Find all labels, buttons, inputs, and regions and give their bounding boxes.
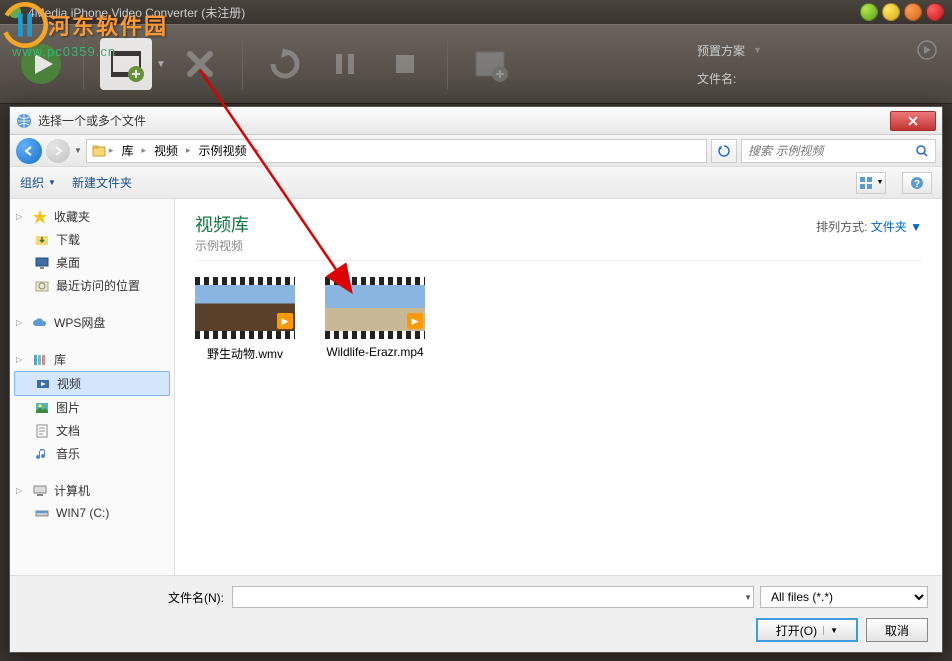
new-folder-button[interactable]: 新建文件夹 [72,174,132,191]
cancel-button[interactable]: 取消 [866,618,928,642]
preset-panel: 预置方案 ▼ 文件名: [697,30,937,98]
library-title: 视频库 [195,211,249,237]
dialog-nav: ▼ ▸ 库 ▸ 视频 ▸ 示例视频 ▸ [10,135,942,167]
breadcrumb-item[interactable]: 示例视频 [193,140,253,161]
sidebar-item-documents[interactable]: 文档 [14,419,170,442]
video-thumbnail: ▶ [325,277,425,339]
file-name: Wildlife-Erazr.mp4 [325,345,425,359]
file-name: 野生动物.wmv [195,345,295,362]
minimize-button[interactable] [882,3,900,21]
app-titlebar: 4Media iPhone Video Converter (未注册) [0,0,952,24]
music-icon [34,446,50,462]
file-list-area: 视频库 示例视频 排列方式: 文件夹 ▼ ▶ 野生动物.wmv ▶ Wildli… [175,199,942,575]
sidebar: ▷ 收藏夹 下载 桌面 最近访问的位置 ▷ WPS网盘 ▷ [10,199,175,575]
sidebar-item-music[interactable]: 音乐 [14,442,170,465]
sidebar-item-desktop[interactable]: 桌面 [14,251,170,274]
file-item[interactable]: ▶ Wildlife-Erazr.mp4 [325,277,425,362]
sidebar-wps[interactable]: ▷ WPS网盘 [14,311,170,334]
library-icon [32,352,48,368]
stop-button[interactable] [379,38,431,90]
document-icon [34,423,50,439]
search-box[interactable] [741,139,936,163]
download-icon [34,232,50,248]
recent-icon [34,278,50,294]
app-icon [8,5,22,19]
filetype-select[interactable]: All files (*.*) [760,586,928,608]
preset-dropdown-arrow[interactable]: ▼ [753,45,762,55]
separator [242,39,243,89]
convert-button[interactable] [15,38,67,90]
video-icon [35,376,51,392]
breadcrumb-item[interactable]: 库 [115,140,139,161]
separator [447,39,448,89]
sidebar-item-pictures[interactable]: 图片 [14,396,170,419]
cloud-icon [32,315,48,331]
sidebar-computer[interactable]: ▷ 计算机 [14,479,170,502]
dialog-footer: 文件名(N): ▼ All files (*.*) 打开(O)▼ 取消 [10,575,942,652]
sidebar-item-drive-c[interactable]: WIN7 (C:) [14,502,170,524]
organize-button[interactable]: 组织 ▼ [20,174,56,191]
nav-forward-button[interactable] [46,139,70,163]
video-thumbnail: ▶ [195,277,295,339]
computer-icon [32,483,48,499]
filename-input[interactable] [232,586,754,608]
file-open-dialog: 选择一个或多个文件 ▼ ▸ 库 ▸ 视频 ▸ 示例视频 ▸ [9,106,943,653]
help-icon-button[interactable]: ? [902,172,932,194]
sidebar-favorites[interactable]: ▷ 收藏夹 [14,205,170,228]
star-icon [32,209,48,225]
dialog-titlebar: 选择一个或多个文件 [10,107,942,135]
sidebar-item-videos[interactable]: 视频 [14,371,170,396]
preset-apply-icon[interactable] [917,40,937,60]
file-item[interactable]: ▶ 野生动物.wmv [195,277,295,362]
close-button[interactable] [926,3,944,21]
sort-dropdown[interactable]: 文件夹 ▼ [871,220,922,234]
add-profile-button[interactable] [464,38,516,90]
play-overlay-icon: ▶ [407,313,423,329]
sidebar-item-recent[interactable]: 最近访问的位置 [14,274,170,297]
filename-label: 文件名: [697,70,736,87]
library-icon [91,143,107,159]
dialog-close-button[interactable] [890,111,936,131]
nav-history-dropdown[interactable]: ▼ [74,146,82,155]
search-icon[interactable] [915,144,929,158]
dialog-title: 选择一个或多个文件 [38,112,890,129]
add-dropdown-arrow[interactable]: ▼ [156,59,166,70]
app-toolbar: ▼ 预置方案 ▼ 文件名: [0,24,952,104]
preset-label: 预置方案 [697,42,745,59]
desktop-icon [34,255,50,271]
breadcrumb[interactable]: ▸ 库 ▸ 视频 ▸ 示例视频 ▸ [86,139,707,163]
filename-label: 文件名(N): [24,589,224,606]
dialog-icon [16,113,32,129]
library-subtitle: 示例视频 [195,237,249,254]
nav-refresh-button[interactable] [711,139,737,163]
view-mode-button[interactable]: ▼ [856,172,886,194]
remove-button[interactable] [174,38,226,90]
sidebar-libraries[interactable]: ▷ 库 [14,348,170,371]
sidebar-item-downloads[interactable]: 下载 [14,228,170,251]
pause-button[interactable] [319,38,371,90]
drive-icon [34,505,50,521]
maximize-button[interactable] [904,3,922,21]
breadcrumb-item[interactable]: 视频 [148,140,184,161]
search-input[interactable] [748,144,915,158]
add-file-button[interactable] [100,38,152,90]
svg-text:?: ? [914,179,920,190]
open-button[interactable]: 打开(O)▼ [756,618,858,642]
app-title: 4Media iPhone Video Converter (未注册) [28,4,860,21]
picture-icon [34,400,50,416]
separator [83,39,84,89]
dialog-toolbar: 组织 ▼ 新建文件夹 ▼ ? [10,167,942,199]
sort-label: 排列方式: [816,220,867,234]
refresh-button[interactable] [259,38,311,90]
nav-back-button[interactable] [16,138,42,164]
play-overlay-icon: ▶ [277,313,293,329]
help-button[interactable] [860,3,878,21]
